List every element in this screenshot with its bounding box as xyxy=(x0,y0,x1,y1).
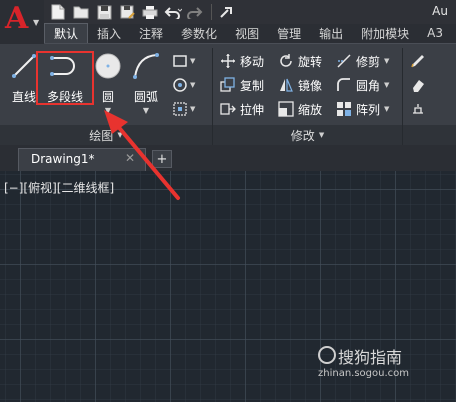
watermark-url: zhinan.sogou.com xyxy=(318,368,410,379)
tab-a3[interactable]: A3 xyxy=(418,23,452,43)
sogou-watermark: 搜狗指南 zhinan.sogou.com xyxy=(318,344,452,386)
document-tab-drawing1[interactable]: Drawing1* ✕ xyxy=(18,148,146,171)
share-icon[interactable] xyxy=(217,2,237,22)
chevron-down-icon: ▼ xyxy=(318,131,325,139)
watermark-title: 搜狗指南 xyxy=(338,348,403,367)
region-tool[interactable]: ▼ xyxy=(172,98,200,120)
app-title: Au xyxy=(432,4,448,18)
pen-tool[interactable] xyxy=(410,50,438,72)
save-icon[interactable] xyxy=(94,2,114,22)
tab-insert[interactable]: 插入 xyxy=(88,23,130,43)
plus-icon: + xyxy=(156,151,168,167)
array-icon xyxy=(337,102,351,116)
save-as-icon[interactable] xyxy=(117,2,137,22)
tab-annotate[interactable]: 注释 xyxy=(130,23,172,43)
ribbon-tab-bar: 默认 插入 注释 参数化 视图 管理 输出 附加模块 A3 xyxy=(44,23,456,44)
stretch-icon xyxy=(220,103,236,115)
explode-icon xyxy=(413,104,423,114)
chevron-down-icon: ▼ xyxy=(33,18,40,27)
hatch-tool[interactable]: ▼ xyxy=(172,74,200,96)
mirror-icon xyxy=(280,78,293,92)
chevron-down-icon: ▼ xyxy=(190,57,196,65)
chevron-down-icon[interactable]: ▼ xyxy=(124,106,168,115)
mirror-tool[interactable]: 镜像 xyxy=(278,74,322,96)
draw-panel-label: 绘图 xyxy=(89,128,114,143)
rotate-icon xyxy=(280,54,292,67)
rotate-label: 旋转 xyxy=(298,54,323,69)
add-tab-button[interactable]: + xyxy=(152,150,172,168)
print-icon[interactable] xyxy=(140,2,160,22)
title-bar: Au xyxy=(0,0,456,24)
modify-panel-label: 修改 xyxy=(290,128,315,143)
array-tool[interactable]: 阵列 ▼ xyxy=(336,98,389,120)
modify-panel-title[interactable]: 修改 ▼ xyxy=(213,125,402,145)
document-tab-label: Drawing1* xyxy=(31,152,95,166)
move-label: 移动 xyxy=(240,54,265,69)
tab-default[interactable]: 默认 xyxy=(44,23,89,43)
viewport-controls-label[interactable]: [−][俯视][二维线框] xyxy=(4,179,114,196)
chevron-down-icon: ▼ xyxy=(190,105,196,113)
copy-tool[interactable]: 复制 xyxy=(220,74,264,96)
draw-panel-title[interactable]: 绘图 ▼ xyxy=(0,125,212,145)
chevron-down-icon: ▼ xyxy=(117,131,123,139)
autocad-logo-icon: A xyxy=(5,1,29,36)
scale-label: 缩放 xyxy=(298,102,323,117)
redo-icon[interactable] xyxy=(186,2,206,22)
application-menu-button[interactable]: A ▼ xyxy=(0,0,44,44)
stretch-tool[interactable]: 拉伸 xyxy=(220,98,264,120)
array-label: 阵列 xyxy=(356,102,381,117)
scale-icon xyxy=(278,101,294,117)
trim-tool[interactable]: 修剪 ▼ xyxy=(336,50,389,72)
move-tool[interactable]: 移动 xyxy=(220,50,264,72)
region-icon xyxy=(173,102,187,116)
stretch-label: 拉伸 xyxy=(240,102,265,117)
tab-manage[interactable]: 管理 xyxy=(268,23,310,43)
fillet-label: 圆角 xyxy=(356,78,381,93)
quick-access-toolbar xyxy=(48,0,237,24)
chevron-down-icon[interactable]: ▼ xyxy=(384,57,389,65)
hatch-icon xyxy=(173,78,187,92)
pen-icon xyxy=(411,55,424,68)
tab-parametric[interactable]: 参数化 xyxy=(172,23,226,43)
arc-button[interactable]: 圆弧 ▼ xyxy=(124,48,168,122)
copy-icon xyxy=(220,77,235,92)
chevron-down-icon[interactable]: ▼ xyxy=(384,105,389,113)
rectangle-icon xyxy=(173,55,187,67)
chevron-down-icon[interactable]: ▼ xyxy=(384,81,389,89)
open-file-icon[interactable] xyxy=(71,2,91,22)
trim-label: 修剪 xyxy=(356,54,381,69)
polyline-highlight-box xyxy=(36,51,94,105)
fillet-icon xyxy=(337,78,350,91)
new-file-icon[interactable] xyxy=(48,2,68,22)
arc-icon xyxy=(133,53,159,79)
tab-output[interactable]: 输出 xyxy=(310,23,352,43)
rectangle-tool[interactable]: ▼ xyxy=(172,50,200,72)
chevron-down-icon: ▼ xyxy=(190,81,196,89)
eraser-icon xyxy=(413,80,424,92)
toolbar-divider xyxy=(211,4,212,20)
erase-tool[interactable] xyxy=(410,74,438,96)
tab-addins[interactable]: 附加模块 xyxy=(352,23,418,43)
document-tab-bar: Drawing1* ✕ + xyxy=(0,145,456,171)
copy-label: 复制 xyxy=(240,78,265,93)
undo-icon[interactable] xyxy=(163,2,183,22)
arc-label: 圆弧 xyxy=(133,90,158,104)
sogou-logo-icon xyxy=(318,346,336,364)
panel-footer-partial xyxy=(403,125,456,145)
explode-tool[interactable] xyxy=(410,98,438,120)
fillet-tool[interactable]: 圆角 ▼ xyxy=(336,74,389,96)
rotate-tool[interactable]: 旋转 xyxy=(278,50,322,72)
trim-icon xyxy=(337,54,351,68)
circle-icon xyxy=(95,53,121,79)
scale-tool[interactable]: 缩放 xyxy=(278,98,322,120)
move-icon xyxy=(221,54,235,68)
mirror-label: 镜像 xyxy=(298,78,323,93)
close-icon[interactable]: ✕ xyxy=(125,151,135,165)
tab-view[interactable]: 视图 xyxy=(226,23,268,43)
